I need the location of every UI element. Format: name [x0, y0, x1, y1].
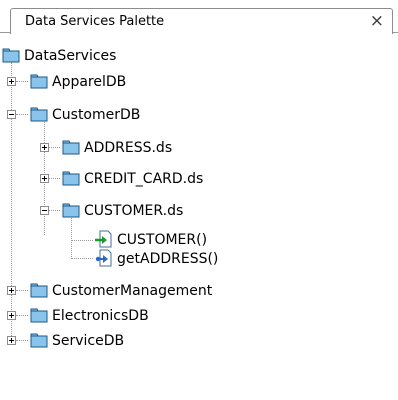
data-services-palette: Data Services Palette × DataServices App…	[0, 0, 398, 400]
tab-data-services-palette[interactable]: Data Services Palette ×	[10, 8, 393, 34]
tree-node-label: CREDIT_CARD.ds	[84, 171, 204, 187]
tree-node-label: ServiceDB	[52, 333, 125, 349]
tree-guide-line	[11, 62, 12, 342]
tree-guide-line	[49, 210, 60, 211]
expand-toggle-servicedb[interactable]	[7, 336, 16, 345]
collapse-toggle-customer-ds[interactable]	[40, 206, 49, 215]
tree-node-label: ADDRESS.ds	[84, 140, 173, 156]
folder-icon	[62, 203, 80, 218]
expand-toggle-customermanagement[interactable]	[7, 286, 16, 295]
folder-icon	[30, 283, 48, 298]
tree-guide-line	[16, 290, 28, 291]
tree-guide-line	[71, 258, 93, 259]
tree-node-label: CUSTOMER()	[117, 232, 208, 248]
tree-guide-line	[16, 81, 28, 82]
folder-icon	[62, 140, 80, 155]
tree-node-label: CustomerManagement	[52, 283, 213, 299]
tree-node-label: getADDRESS()	[117, 251, 219, 267]
data-services-tree: DataServices ApparelDB CustomerDB ADDRES…	[0, 34, 398, 400]
tree-guide-line	[49, 178, 60, 179]
expand-toggle-appareldb[interactable]	[7, 77, 16, 86]
folder-icon	[30, 333, 48, 348]
navigate-function-icon	[95, 249, 112, 267]
tree-node-label: ApparelDB	[52, 74, 127, 90]
tree-guide-line	[44, 110, 45, 235]
folder-icon	[30, 308, 48, 323]
tree-guide-line	[16, 315, 28, 316]
tab-bar: Data Services Palette ×	[0, 0, 398, 34]
tree-guide-line	[49, 147, 60, 148]
folder-icon	[30, 74, 48, 89]
tree-node-label: CustomerDB	[52, 107, 141, 123]
expand-toggle-address-ds[interactable]	[40, 143, 49, 152]
read-function-icon	[95, 230, 112, 248]
folder-icon	[62, 171, 80, 186]
close-icon[interactable]: ×	[370, 10, 384, 32]
tree-guide-line	[16, 114, 28, 115]
expand-toggle-credit-card-ds[interactable]	[40, 174, 49, 183]
expand-toggle-electronicsdb[interactable]	[7, 311, 16, 320]
folder-icon	[30, 107, 48, 122]
panel-title: Data Services Palette	[25, 14, 165, 29]
collapse-toggle-customerdb[interactable]	[7, 110, 16, 119]
tree-node-label: CUSTOMER.ds	[84, 203, 184, 219]
tree-guide-line	[71, 240, 93, 241]
tree-guide-line	[16, 340, 28, 341]
tree-node-label: DataServices	[24, 48, 117, 64]
folder-icon	[2, 48, 20, 63]
tree-node-label: ElectronicsDB	[52, 308, 149, 324]
